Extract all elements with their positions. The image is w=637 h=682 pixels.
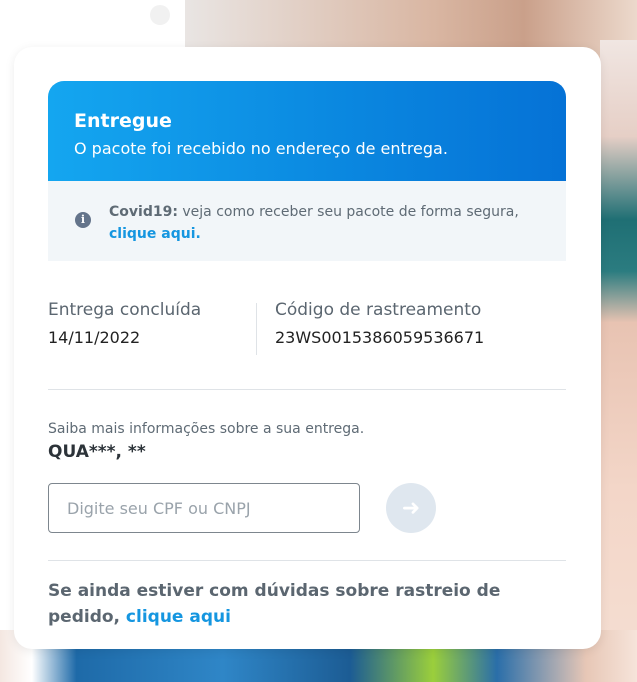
receiver-name: QUA***, ** — [48, 442, 146, 462]
background-photo-right — [600, 40, 637, 682]
delivery-concluded-label: Entrega concluída — [48, 300, 202, 320]
status-description: O pacote foi recebido no endereço de ent… — [74, 139, 448, 158]
tracking-code-value: 23WS0015386059536671 — [275, 328, 485, 347]
delivery-status-banner: Entregue O pacote foi recebido no endere… — [48, 81, 566, 181]
status-title: Entregue — [74, 110, 172, 132]
notice-link[interactable]: clique aqui. — [109, 226, 201, 242]
tracking-card: Entregue O pacote foi recebido no endere… — [14, 47, 601, 649]
covid-notice: i Covid19: veja como receber seu pacote … — [48, 181, 566, 261]
footer-text: Se ainda estiver com dúvidas sobre rastr… — [48, 581, 501, 627]
footer-link[interactable]: clique aqui — [126, 607, 231, 627]
notice-label: Covid19: — [109, 204, 178, 220]
more-info-text: Saiba mais informações sobre a sua entre… — [48, 421, 365, 437]
info-icon: i — [75, 212, 91, 228]
delivery-concluded: Entrega concluída 14/11/2022 — [48, 299, 238, 349]
help-footer: Se ainda estiver com dúvidas sobre rastr… — [48, 578, 568, 630]
background-decoration — [150, 5, 170, 25]
column-divider — [256, 303, 257, 355]
tracking-code-label: Código de rastreamento — [275, 300, 482, 320]
section-divider — [48, 389, 566, 390]
notice-text: veja como receber seu pacote de forma se… — [177, 204, 519, 220]
delivery-concluded-date: 14/11/2022 — [48, 328, 141, 347]
tracking-code-block: Código de rastreamento 23WS0015386059536… — [275, 299, 535, 349]
submit-button[interactable]: ➜ — [386, 483, 436, 533]
cpf-cnpj-input[interactable] — [48, 483, 360, 533]
footer-divider — [48, 560, 566, 561]
arrow-right-icon: ➜ — [401, 495, 421, 520]
